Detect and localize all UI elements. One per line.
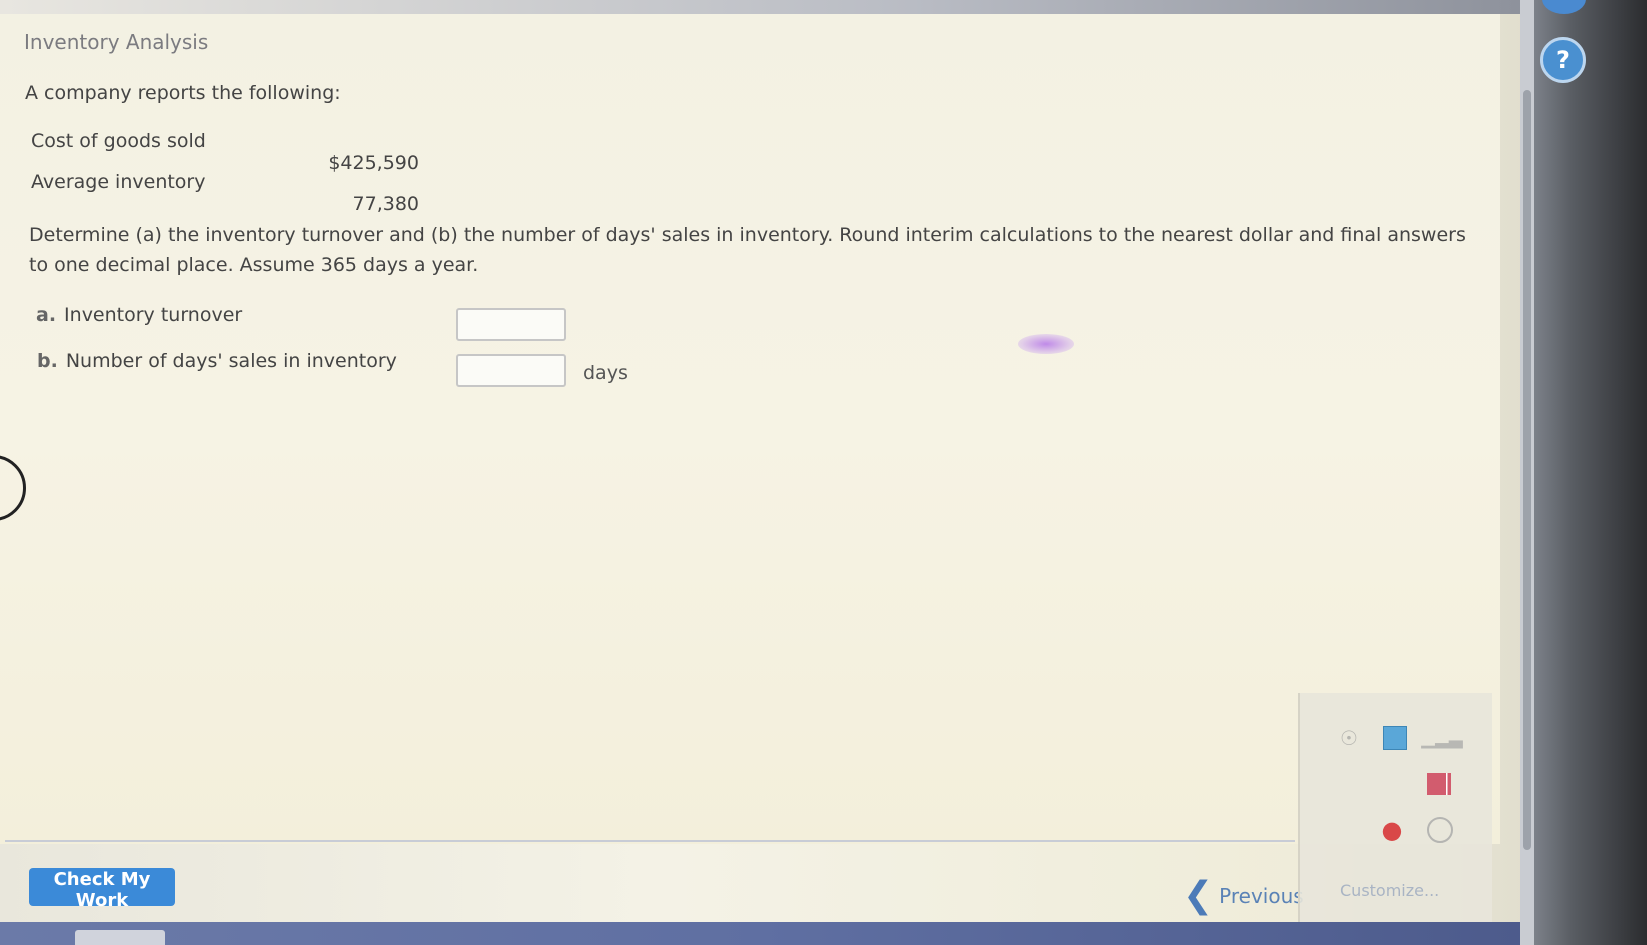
ebook-icon[interactable]: [1425, 815, 1455, 845]
scrollbar-thumb[interactable]: [1523, 90, 1531, 850]
bottom-bar: [0, 922, 1520, 945]
right-sidebar: ?: [1520, 0, 1647, 945]
help-icon[interactable]: ?: [1540, 37, 1586, 83]
screen-artifact: [1018, 334, 1074, 354]
alert-icon[interactable]: ●: [1377, 815, 1407, 845]
question-label: Inventory turnover: [64, 304, 243, 326]
question-letter: a.: [36, 304, 57, 326]
given-value: 77,380: [352, 193, 419, 215]
question-label: Number of days' sales in inventory: [65, 350, 397, 372]
top-strip: [0, 0, 1520, 14]
problem-content: Inventory Analysis A company reports the…: [0, 14, 1500, 844]
previous-label: Previous: [1219, 884, 1304, 908]
check-my-work-button[interactable]: Check My Work: [29, 868, 175, 911]
given-value: $425,590: [328, 152, 419, 174]
screen: Inventory Analysis A company reports the…: [0, 0, 1647, 945]
previous-button[interactable]: ❮ Previous: [1183, 878, 1304, 914]
given-label: Average inventory: [31, 171, 206, 193]
question-a: a. Inventory turnover: [36, 304, 242, 326]
chevron-left-icon: ❮: [1183, 875, 1214, 916]
calculator-icon[interactable]: [1380, 723, 1410, 753]
signal-bars-icon[interactable]: ▁▂▃: [1421, 723, 1463, 753]
question-b: b. Number of days' sales in inventory: [37, 350, 397, 372]
tools-panel: ☉ ▁▂▃ ● Customize...: [1298, 693, 1492, 928]
inventory-turnover-input[interactable]: [456, 308, 566, 341]
footer-divider: [5, 840, 1295, 842]
sidebar-top-icon[interactable]: [1542, 0, 1586, 14]
days-sales-input[interactable]: [456, 354, 566, 387]
instructions-text: Determine (a) the inventory turnover and…: [29, 224, 1466, 276]
bottom-tab[interactable]: [75, 930, 165, 945]
question-letter: b.: [37, 350, 58, 372]
speaker-icon[interactable]: ☉: [1334, 723, 1364, 753]
page-title: Inventory Analysis: [24, 30, 209, 54]
unit-label: days: [583, 362, 628, 384]
flag-icon[interactable]: [1424, 769, 1454, 799]
given-label: Cost of goods sold: [31, 130, 206, 152]
customize-link[interactable]: Customize...: [1340, 881, 1439, 900]
intro-text: A company reports the following:: [25, 82, 341, 104]
